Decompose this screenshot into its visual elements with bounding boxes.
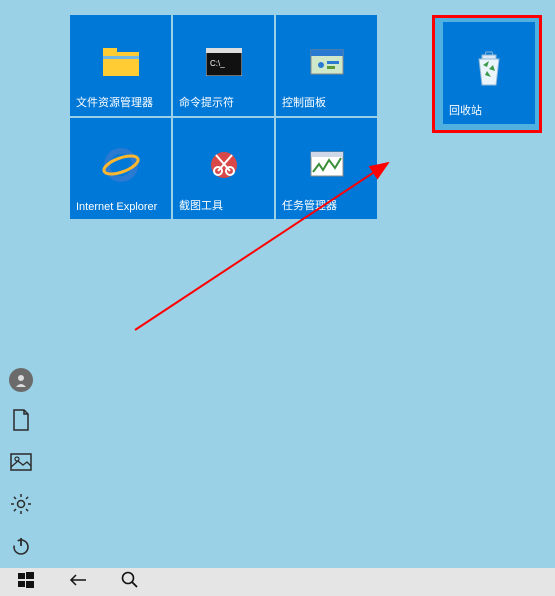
tile-task-manager[interactable]: 任务管理器	[276, 118, 377, 219]
snip-icon	[204, 145, 244, 185]
tile-label: 文件资源管理器	[76, 94, 153, 110]
annotation-highlight-box: 回收站	[432, 15, 542, 133]
tile-internet-explorer[interactable]: Internet Explorer	[70, 118, 171, 219]
search-icon	[121, 571, 139, 594]
control-panel-icon	[307, 42, 347, 82]
tile-recycle-bin[interactable]: 回收站	[443, 22, 535, 124]
power-icon	[11, 536, 31, 561]
start-tiles-grid: 文件资源管理器 C:\_ 命令提示符 控制面板	[70, 15, 378, 219]
taskbar	[0, 568, 555, 596]
taskbar-back-button[interactable]	[52, 568, 104, 596]
taskmgr-icon	[307, 145, 347, 185]
tile-label: 控制面板	[282, 94, 326, 110]
user-icon	[9, 368, 33, 392]
back-arrow-icon	[68, 572, 88, 593]
tile-snipping-tool[interactable]: 截图工具	[173, 118, 274, 219]
tile-label: Internet Explorer	[76, 201, 157, 213]
start-sidebar	[0, 368, 42, 568]
tile-label: 截图工具	[179, 197, 223, 213]
document-icon	[12, 409, 30, 436]
tile-label: 任务管理器	[282, 197, 337, 213]
taskbar-start-button[interactable]	[0, 568, 52, 596]
windows-icon	[18, 572, 34, 593]
gear-icon	[10, 493, 32, 520]
ie-icon	[101, 145, 141, 185]
svg-text:C:\_: C:\_	[210, 59, 225, 68]
sidebar-pictures[interactable]	[9, 452, 33, 476]
recycle-bin-icon	[469, 49, 509, 89]
tile-cmd[interactable]: C:\_ 命令提示符	[173, 15, 274, 116]
taskbar-search-button[interactable]	[104, 568, 156, 596]
tile-file-explorer[interactable]: 文件资源管理器	[70, 15, 171, 116]
folder-icon	[101, 42, 141, 82]
cmd-icon: C:\_	[204, 42, 244, 82]
tile-label: 回收站	[449, 102, 482, 118]
sidebar-power[interactable]	[9, 536, 33, 560]
tile-label: 命令提示符	[179, 94, 234, 110]
picture-icon	[10, 453, 32, 476]
sidebar-user[interactable]	[9, 368, 33, 392]
tile-control-panel[interactable]: 控制面板	[276, 15, 377, 116]
sidebar-documents[interactable]	[9, 410, 33, 434]
sidebar-settings[interactable]	[9, 494, 33, 518]
